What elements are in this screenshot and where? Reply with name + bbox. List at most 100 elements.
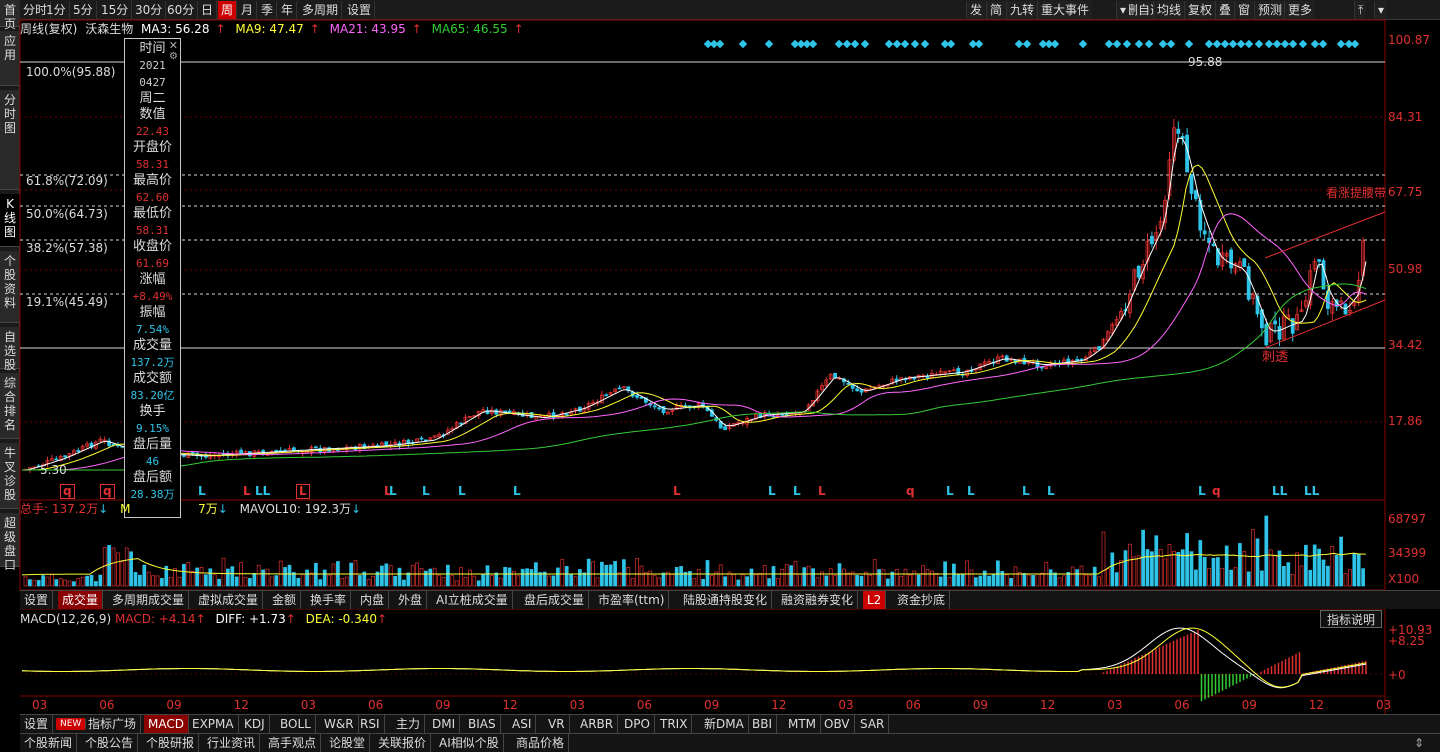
- candle-body: [76, 450, 81, 452]
- volume-bar: [1075, 569, 1079, 587]
- tooltip-label: 换手: [139, 404, 166, 419]
- indicator-tab[interactable]: DMI: [428, 715, 461, 733]
- volume-bar: [36, 580, 41, 587]
- month-label: 03: [1107, 698, 1123, 712]
- indicator-tab[interactable]: VR: [544, 715, 570, 733]
- candle-body: [54, 458, 59, 461]
- volume-bar: [1128, 543, 1132, 587]
- vol-tab[interactable]: 换手率: [306, 591, 352, 609]
- indicator-tab[interactable]: 主力: [392, 715, 426, 733]
- volume-bar: [230, 566, 235, 587]
- vol-tab[interactable]: 虚拟成交量: [194, 591, 264, 609]
- vol-tab[interactable]: 多周期成交量: [108, 591, 190, 609]
- indicator-tab[interactable]: EXPMA: [188, 715, 239, 733]
- indicator-tab[interactable]: W&R: [320, 715, 359, 733]
- vol-tab[interactable]: 外盘: [394, 591, 428, 609]
- volume-bar: [1079, 565, 1084, 587]
- volume-bar: [908, 574, 912, 587]
- indicator-tab[interactable]: ARBR: [576, 715, 619, 733]
- volume-bar: [274, 575, 279, 587]
- news-tab[interactable]: 高手观点: [264, 734, 322, 752]
- news-tab[interactable]: 行业资讯: [203, 734, 261, 752]
- volume-tick: X100: [1388, 572, 1420, 586]
- volume-bar: [578, 569, 582, 587]
- volume-tick: 34399: [1388, 546, 1427, 560]
- tooltip-value: 0427: [139, 76, 166, 89]
- volume-bar: [208, 568, 213, 587]
- news-tab[interactable]: 关联报价: [374, 734, 432, 752]
- candle-body: [1246, 266, 1251, 300]
- indicator-tab[interactable]: 指标广场: [84, 715, 142, 733]
- volume-bar: [1004, 574, 1009, 587]
- tooltip-value: 9.15%: [135, 422, 170, 435]
- vol-tab[interactable]: 陆股通持股变化: [679, 591, 773, 609]
- vol-tab[interactable]: 成交量: [58, 591, 104, 609]
- news-tab[interactable]: 个股公告: [81, 734, 139, 752]
- tooltip-label: 盘后额: [132, 470, 172, 485]
- vol-tab[interactable]: AI立桩成交量: [432, 591, 513, 609]
- indicator-tab[interactable]: BBI: [748, 715, 778, 733]
- expand-icon[interactable]: ⇕: [1414, 734, 1424, 752]
- vol-tab[interactable]: 内盘: [356, 591, 390, 609]
- signal-mark: L: [422, 484, 430, 498]
- indicator-tab[interactable]: BIAS: [464, 715, 501, 733]
- candle-body: [723, 426, 727, 431]
- kline-chart[interactable]: [0, 0, 1440, 752]
- volume-bar: [432, 567, 437, 587]
- news-tab[interactable]: 论股堂: [325, 734, 371, 752]
- vol-tab[interactable]: 金额: [268, 591, 302, 609]
- indicator-tab[interactable]: 设置: [20, 715, 54, 733]
- volume-bar: [595, 577, 600, 587]
- vol-tab[interactable]: 盘后成交量: [520, 591, 590, 609]
- news-tab[interactable]: 个股研报: [142, 734, 200, 752]
- vol-tab[interactable]: 融资融券变化: [777, 591, 859, 609]
- news-tabs: 个股新闻 个股公告 个股研报 行业资讯 高手观点 论股堂 关联报价 AI相似个股 商品价格 ⇕: [20, 733, 1440, 752]
- volume-bar: [472, 575, 477, 587]
- volume-bar: [459, 567, 463, 587]
- indicator-help-button[interactable]: 指标说明: [1320, 610, 1382, 628]
- news-tab[interactable]: AI相似个股: [435, 734, 504, 752]
- indicator-tab[interactable]: TRIX: [656, 715, 693, 733]
- vol-tab[interactable]: 资金抄底: [893, 591, 951, 609]
- indicator-tab[interactable]: DPO: [620, 715, 655, 733]
- news-tab[interactable]: 商品价格: [512, 734, 570, 752]
- indicator-tab[interactable]: ASI: [508, 715, 537, 733]
- indicator-tab[interactable]: NEW: [56, 718, 87, 730]
- volume-bar: [802, 567, 807, 587]
- volume-legend: 总手: 137.2万↓ M 7万↓ MAVOL10: 192.3万↓: [20, 502, 362, 516]
- ma65-line: [22, 283, 1367, 471]
- indicator-tab[interactable]: MTM: [784, 715, 822, 733]
- volume-bar: [1264, 515, 1269, 587]
- volume-bar: [661, 572, 666, 587]
- tooltip-value: 7.54%: [135, 323, 170, 336]
- signal-mark: L: [243, 484, 251, 498]
- volume-bar: [72, 581, 76, 587]
- volume-bar: [622, 559, 626, 587]
- candle-body: [1202, 230, 1207, 235]
- volume-bar: [1088, 574, 1093, 587]
- news-tab[interactable]: 个股新闻: [20, 734, 78, 752]
- indicator-tab[interactable]: KDJ: [240, 715, 270, 733]
- volume-bar: [798, 573, 802, 587]
- mavol5-tail: 7万: [198, 502, 218, 516]
- volume-bar: [221, 557, 226, 587]
- volume-bar: [129, 551, 133, 587]
- volume-bar: [696, 569, 701, 587]
- volume-bar: [745, 576, 749, 587]
- indicator-tab[interactable]: RSI: [356, 715, 385, 733]
- tooltip-settings-icon[interactable]: ⚙: [169, 51, 178, 62]
- month-label: 03: [838, 698, 854, 712]
- indicator-tab[interactable]: MACD: [144, 715, 189, 733]
- vol-tab[interactable]: 市盈率(ttm): [594, 591, 670, 609]
- volume-bar: [322, 569, 327, 587]
- indicator-tab[interactable]: BOLL: [276, 715, 316, 733]
- indicator-tab[interactable]: 新DMA: [700, 715, 749, 733]
- indicator-tab[interactable]: OBV: [820, 715, 855, 733]
- volume-bar: [142, 564, 147, 587]
- volume-bar: [749, 568, 754, 587]
- candle-body: [604, 394, 609, 397]
- signal-mark: LL: [1272, 484, 1288, 498]
- vol-tab[interactable]: L2: [863, 591, 887, 609]
- indicator-tab[interactable]: SAR: [856, 715, 890, 733]
- vol-tab[interactable]: 设置: [20, 591, 54, 609]
